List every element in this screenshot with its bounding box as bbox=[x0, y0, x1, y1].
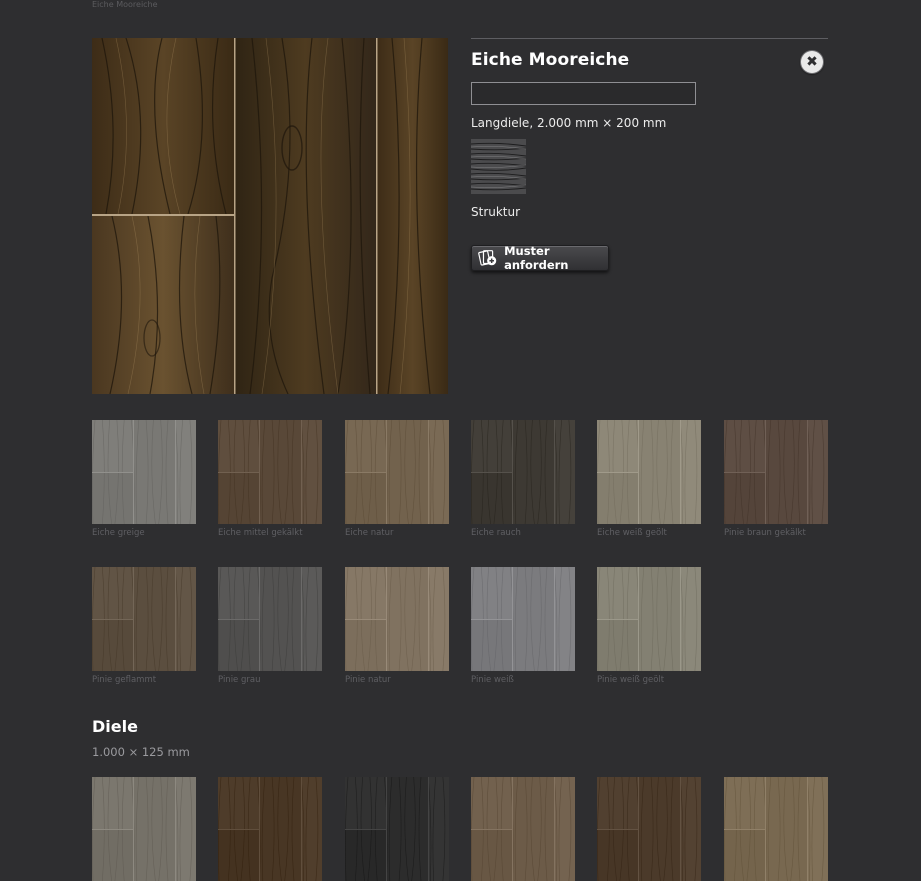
structure-texture bbox=[471, 139, 526, 194]
swatch-texture bbox=[597, 567, 701, 671]
divider bbox=[471, 38, 828, 39]
swatch-texture bbox=[597, 777, 701, 881]
previous-item-caption: Eiche Mooreiche bbox=[92, 0, 158, 9]
swatch-texture bbox=[471, 420, 575, 524]
floor-swatch[interactable] bbox=[597, 420, 701, 524]
floor-swatch[interactable] bbox=[218, 567, 322, 671]
floor-swatch[interactable] bbox=[345, 567, 449, 671]
product-title: Eiche Mooreiche bbox=[471, 50, 630, 70]
floor-swatch[interactable] bbox=[724, 777, 828, 881]
swatch-texture bbox=[92, 777, 196, 881]
swatch-texture bbox=[597, 420, 701, 524]
floor-swatch[interactable] bbox=[724, 420, 828, 524]
swatch-texture bbox=[724, 777, 828, 881]
swatch-label: Pinie geflammt bbox=[92, 675, 157, 685]
swatch-label: Pinie weiß bbox=[471, 675, 514, 685]
swatch-texture bbox=[345, 567, 449, 671]
floor-swatch[interactable] bbox=[92, 420, 196, 524]
swatch-label: Eiche mittel gekälkt bbox=[218, 528, 303, 538]
floor-swatch[interactable] bbox=[92, 567, 196, 671]
structure-swatch bbox=[471, 139, 526, 194]
swatch-label: Eiche weiß geölt bbox=[597, 528, 667, 538]
swatch-texture bbox=[218, 567, 322, 671]
floor-swatch[interactable] bbox=[597, 777, 701, 881]
section-title: Diele bbox=[92, 717, 138, 736]
swatch-label: Pinie weiß geölt bbox=[597, 675, 665, 685]
add-sample-icon bbox=[478, 250, 497, 266]
empty-text-field bbox=[471, 82, 696, 105]
swatch-texture bbox=[345, 420, 449, 524]
swatch-texture bbox=[471, 777, 575, 881]
swatch-label: Eiche natur bbox=[345, 528, 394, 538]
structure-label: Struktur bbox=[471, 205, 521, 219]
floor-swatch[interactable] bbox=[471, 567, 575, 671]
swatch-label: Eiche rauch bbox=[471, 528, 521, 538]
floor-swatch[interactable] bbox=[345, 777, 449, 881]
floor-swatch[interactable] bbox=[597, 567, 701, 671]
section-subtitle: 1.000 × 125 mm bbox=[92, 745, 190, 759]
floor-swatch[interactable] bbox=[218, 420, 322, 524]
swatch-texture bbox=[471, 567, 575, 671]
product-large-image bbox=[92, 38, 448, 394]
swatch-label: Pinie braun gekälkt bbox=[724, 528, 806, 538]
swatch-label: Pinie grau bbox=[218, 675, 261, 685]
close-icon[interactable]: ✖ bbox=[801, 51, 823, 73]
floor-swatch[interactable] bbox=[345, 420, 449, 524]
product-dimensions: Langdiele, 2.000 mm × 200 mm bbox=[471, 116, 667, 130]
product-info-panel: Eiche Mooreiche ✖ Langdiele, 2.000 mm × … bbox=[471, 38, 828, 272]
swatch-texture bbox=[724, 420, 828, 524]
swatch-texture bbox=[218, 777, 322, 881]
swatch-texture bbox=[218, 420, 322, 524]
swatch-texture bbox=[345, 777, 449, 881]
request-sample-button[interactable]: Muster anfordern bbox=[471, 244, 609, 272]
swatch-texture bbox=[92, 567, 196, 671]
swatch-texture bbox=[92, 420, 196, 524]
wood-plank-texture bbox=[92, 38, 448, 394]
floor-swatch[interactable] bbox=[92, 777, 196, 881]
swatch-label: Eiche greige bbox=[92, 528, 145, 538]
swatch-label: Pinie natur bbox=[345, 675, 391, 685]
floor-swatch[interactable] bbox=[471, 420, 575, 524]
floor-swatch[interactable] bbox=[471, 777, 575, 881]
request-sample-label: Muster anfordern bbox=[504, 244, 569, 272]
floor-swatch[interactable] bbox=[218, 777, 322, 881]
